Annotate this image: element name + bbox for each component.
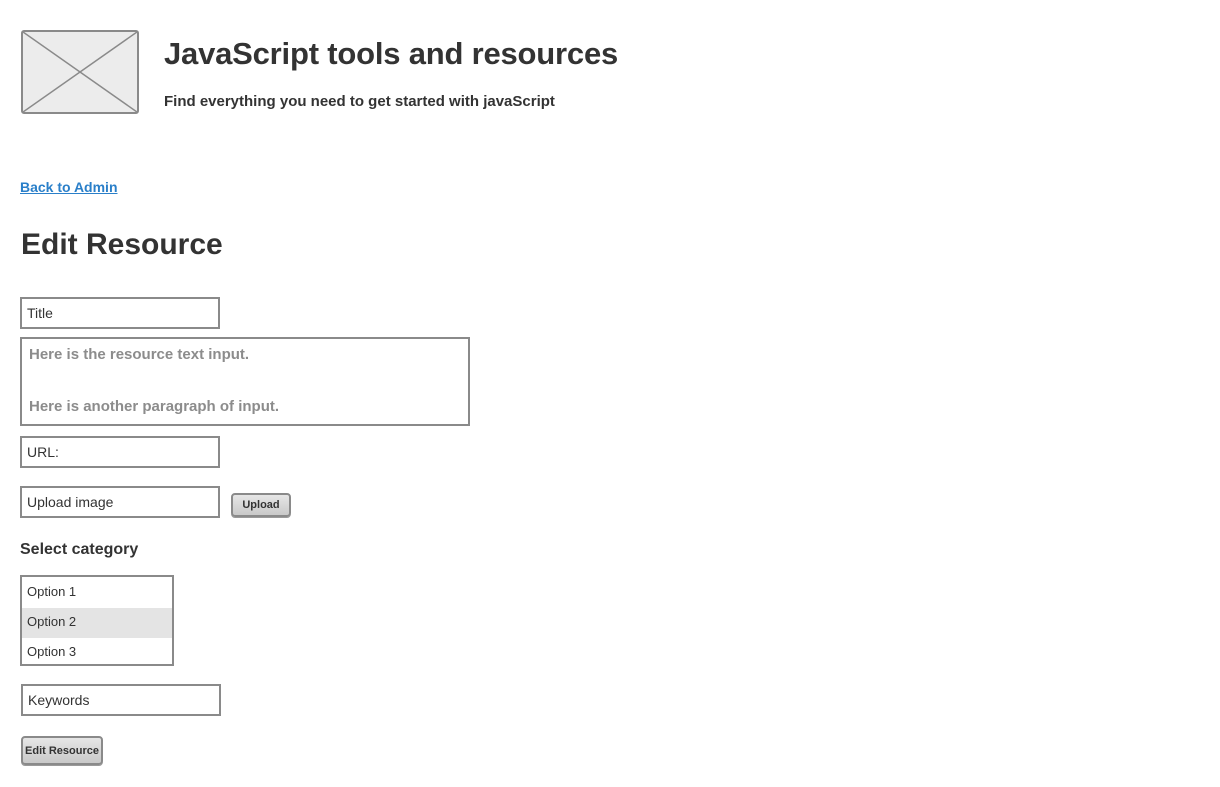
logo-placeholder-icon bbox=[21, 30, 139, 114]
site-subtitle: Find everything you need to get started … bbox=[164, 93, 555, 110]
keywords-input[interactable] bbox=[21, 684, 221, 716]
category-option-2[interactable]: Option 2 bbox=[22, 608, 172, 638]
category-option-1[interactable]: Option 1 bbox=[22, 578, 172, 608]
title-input[interactable] bbox=[20, 297, 220, 329]
category-listbox[interactable]: Option 1 Option 2 Option 3 bbox=[20, 575, 174, 666]
resource-text-paragraph-2: Here is another paragraph of input. bbox=[29, 398, 280, 415]
edit-resource-page: JavaScript tools and resources Find ever… bbox=[0, 0, 1220, 787]
url-input[interactable] bbox=[20, 436, 220, 468]
category-option-3[interactable]: Option 3 bbox=[22, 638, 172, 668]
edit-resource-button[interactable]: Edit Resource bbox=[21, 736, 103, 765]
page-heading: Edit Resource bbox=[21, 228, 223, 261]
select-category-label: Select category bbox=[20, 541, 139, 558]
site-title: JavaScript tools and resources bbox=[164, 36, 619, 71]
resource-text-input[interactable]: Here is the resource text input. Here is… bbox=[20, 337, 470, 426]
resource-text-paragraph-1: Here is the resource text input. bbox=[29, 346, 250, 363]
upload-image-input[interactable] bbox=[20, 486, 220, 518]
upload-button[interactable]: Upload bbox=[231, 493, 291, 517]
back-to-admin-link[interactable]: Back to Admin bbox=[20, 179, 118, 195]
